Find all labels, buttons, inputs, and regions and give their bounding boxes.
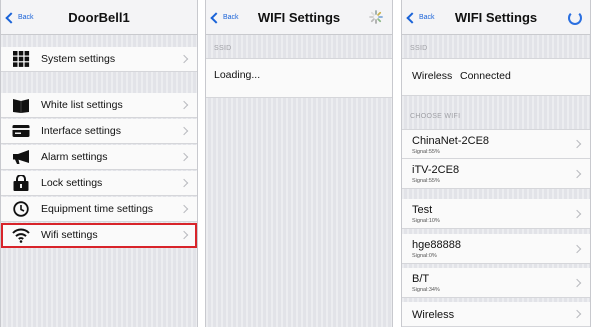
page-title: WIFI Settings [454,10,538,25]
network-signal: Signal:55% [412,149,440,155]
chevron-right-icon [179,54,189,64]
navigation-bar: Back DoorBell1 [1,0,197,35]
chevron-right-icon [179,126,189,136]
chevron-right-icon [572,244,582,253]
loading-status-text: Loading... [214,69,261,81]
network-name: Wireless [412,309,455,321]
menu-item-label: Alarm settings [41,151,108,163]
network-signal: Signal:34% [412,287,440,293]
network-signal: Signal:10% [412,218,440,224]
network-name: B/T [412,273,430,285]
navigation-bar: Back WIFI Settings [402,0,590,35]
menu-item-label: System settings [41,53,116,65]
ssid-status-row: Loading... [206,58,392,98]
clock-icon [12,201,30,217]
chevron-right-icon [572,169,582,178]
network-name: ChinaNet-2CE8 [412,135,490,147]
menu-item-lock-settings[interactable]: Lock settings [1,171,197,196]
ssid-section-header: SSID [410,45,428,52]
network-name: iTV-2CE8 [412,164,460,176]
connection-status: Connected [460,70,511,82]
grid-icon [12,51,30,67]
wifi-network-item[interactable]: Test Signal:10% [402,199,590,229]
menu-item-wifi-settings[interactable]: Wifi settings [1,223,197,248]
lock-icon [12,174,30,191]
chevron-right-icon [572,139,582,149]
refresh-icon[interactable] [568,11,582,25]
current-network-row: Wireless Connected [402,58,590,96]
card-icon [12,123,30,139]
wifi-icon [12,227,30,243]
ssid-section-header: SSID [214,45,232,52]
menu-item-label: Lock settings [41,177,103,189]
chevron-right-icon [179,100,189,110]
menu-item-alarm-settings[interactable]: Alarm settings [1,145,197,170]
menu-item-system-settings[interactable]: System settings [1,47,197,72]
chevron-right-icon [179,152,189,162]
choose-wifi-section-header: CHOOSE WIFI [410,113,461,120]
wifi-network-item[interactable]: hge88888 Signal:0% [402,234,590,264]
doorbell-settings-screen: Back DoorBell1 System settings White lis… [0,0,198,327]
menu-item-label: White list settings [41,99,123,111]
chevron-right-icon [572,278,582,287]
network-name: hge88888 [412,239,461,251]
network-signal: Signal:0% [412,253,437,259]
current-ssid: Wireless [412,70,453,82]
loading-spinner-icon [369,10,383,24]
wifi-settings-list-screen: Back WIFI Settings SSID Wireless Connect… [401,0,591,327]
menu-item-white-list-settings[interactable]: White list settings [1,93,197,118]
menu-item-interface-settings[interactable]: Interface settings [1,119,197,144]
wifi-network-item[interactable]: B/T Signal:34% [402,268,590,298]
chevron-right-icon [179,230,189,240]
wifi-network-item[interactable]: Wireless [402,302,590,327]
chevron-right-icon [179,204,189,214]
menu-item-label: Interface settings [41,125,121,137]
megaphone-icon [12,149,30,165]
menu-item-equipment-time-settings[interactable]: Equipment time settings [1,197,197,222]
wifi-network-item[interactable]: ChinaNet-2CE8 Signal:55% [402,129,590,159]
chevron-right-icon [179,178,189,188]
book-icon [12,97,30,113]
navigation-bar: Back WIFI Settings [206,0,392,35]
chevron-right-icon [572,209,582,218]
wifi-settings-loading-screen: Back WIFI Settings SSID Loading... [205,0,393,327]
network-signal: Signal:55% [412,178,440,184]
chevron-right-icon [572,309,582,319]
page-title: DoorBell1 [68,10,130,25]
network-name: Test [412,204,433,216]
menu-item-label: Wifi settings [41,229,98,241]
menu-item-label: Equipment time settings [41,203,154,215]
wifi-network-item[interactable]: iTV-2CE8 Signal:55% [402,159,590,189]
page-title: WIFI Settings [257,10,341,25]
